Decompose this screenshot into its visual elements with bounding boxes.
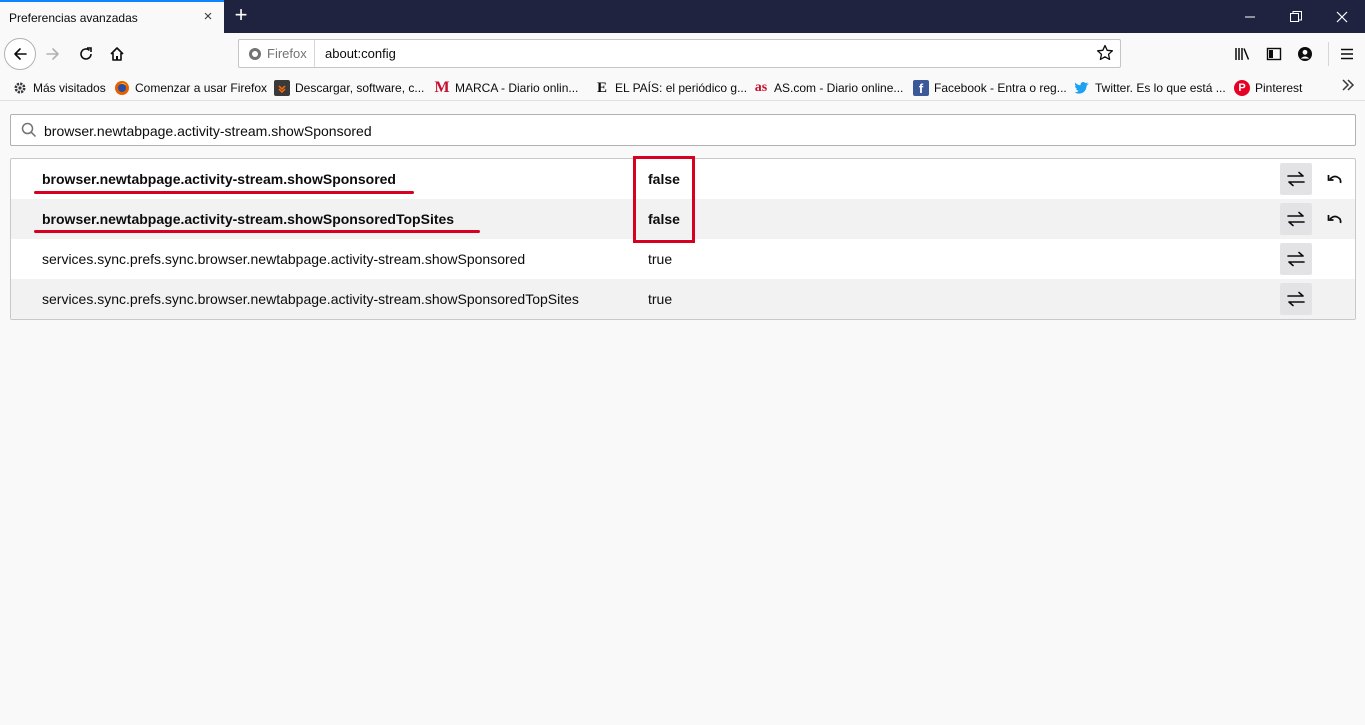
toggle-button[interactable] [1280,243,1312,275]
undo-icon [1327,215,1342,224]
pref-name: services.sync.prefs.sync.browser.newtabp… [42,251,526,267]
firefox-identity-icon [249,47,261,60]
home-button[interactable] [102,39,132,69]
bookmark-download-site[interactable]: Descargar, software, c... [274,79,424,97]
toolbar-separator [1328,42,1329,66]
close-icon [1336,11,1348,22]
toggle-arrows-icon [1287,171,1305,187]
bookmark-label: Facebook - Entra o reg... [934,81,1067,95]
account-button[interactable] [1290,39,1320,69]
bookmark-label: Más visitados [33,81,106,95]
restore-button[interactable] [1273,0,1319,33]
bookmark-pinterest[interactable]: P Pinterest [1234,79,1302,97]
bookmark-label: Descargar, software, c... [295,81,425,95]
pref-name: browser.newtabpage.activity-stream.showS… [42,171,396,187]
bookmark-firefox-start[interactable]: Comenzar a usar Firefox [114,79,267,97]
bookmark-twitter[interactable]: Twitter. Es lo que está ... [1074,79,1226,97]
elpais-icon: E [596,79,607,96]
search-icon [21,122,37,138]
bookmark-most-visited[interactable]: Más visitados [12,79,106,97]
back-button[interactable] [4,38,36,70]
bookmark-star-icon[interactable] [1096,44,1114,62]
sidebar-icon [1266,47,1282,61]
gear-icon [12,80,28,96]
reload-button[interactable] [71,39,101,69]
annotation-highlight-box [633,156,695,243]
library-button[interactable] [1228,39,1258,69]
identity-box[interactable]: Firefox [239,40,315,67]
library-icon [1235,48,1250,60]
toggle-button[interactable] [1280,163,1312,195]
restore-icon [1290,10,1302,22]
close-window-button[interactable] [1319,0,1365,33]
pinterest-icon: P [1234,80,1250,96]
url-bar[interactable]: Firefox about:config [238,39,1121,68]
pref-name: services.sync.prefs.sync.browser.newtabp… [42,291,579,307]
reload-icon [80,47,92,60]
bookmark-marca[interactable]: M MARCA - Diario onlin... [434,79,578,97]
bookmark-label: Pinterest [1255,81,1303,95]
firefox-icon [114,80,130,96]
annotation-underline [34,230,480,233]
bookmark-elpais[interactable]: E EL PAÍS: el periódico g... [594,79,747,97]
toggle-button[interactable] [1280,283,1312,315]
new-tab-button[interactable]: + [228,3,254,29]
forward-button[interactable] [38,39,68,69]
bookmark-label: EL PAÍS: el periódico g... [615,81,748,95]
preference-search-input[interactable]: browser.newtabpage.activity-stream.showS… [10,114,1356,146]
pref-value[interactable]: true [648,291,672,307]
sidebar-button[interactable] [1259,39,1289,69]
toggle-arrows-icon [1287,291,1305,307]
account-icon [1298,47,1312,61]
bookmark-label: Comenzar a usar Firefox [135,81,268,95]
identity-label: Firefox [267,46,307,61]
marca-icon: M [434,79,450,96]
undo-icon [1327,175,1342,184]
bookmark-as[interactable]: as AS.com - Diario online... [753,79,904,97]
bookmarks-toolbar: Más visitados Comenzar a usar Firefox De… [0,75,1365,101]
bookmarks-overflow-button[interactable] [1341,78,1355,97]
bookmark-label: Twitter. Es lo que está ... [1095,81,1226,95]
twitter-icon [1074,80,1090,96]
url-text[interactable]: about:config [325,46,396,61]
reset-button[interactable] [1325,169,1345,189]
title-bar: Preferencias avanzadas × + [0,0,1365,33]
chevron-double-right-icon [1342,79,1355,91]
tab-title: Preferencias avanzadas [9,11,138,25]
pref-value[interactable]: true [648,251,672,267]
bookmark-label: MARCA - Diario onlin... [455,81,579,95]
menu-button[interactable] [1332,39,1362,69]
pref-row[interactable]: services.sync.prefs.sync.browser.newtabp… [11,279,1355,319]
reset-button[interactable] [1325,209,1345,229]
pref-name: browser.newtabpage.activity-stream.showS… [42,211,455,227]
arrow-right-icon [46,48,59,60]
arrow-left-icon [14,48,27,60]
bookmark-label: AS.com - Diario online... [774,81,904,95]
download-site-icon [274,80,290,96]
search-value[interactable]: browser.newtabpage.activity-stream.showS… [44,123,372,139]
minimize-button[interactable] [1227,0,1273,33]
tab-close-button[interactable]: × [199,8,217,26]
as-icon: as [754,80,768,95]
annotation-underline [34,191,414,194]
pref-row[interactable]: services.sync.prefs.sync.browser.newtabp… [11,239,1355,279]
toggle-arrows-icon [1287,251,1305,267]
facebook-icon: f [913,80,929,96]
minimize-icon [1244,16,1255,18]
toggle-button[interactable] [1280,203,1312,235]
tab-active[interactable]: Preferencias avanzadas × [0,0,224,33]
home-icon [110,47,124,61]
toggle-arrows-icon [1287,211,1305,227]
bookmark-facebook[interactable]: f Facebook - Entra o reg... [913,79,1067,97]
hamburger-menu-icon [1341,48,1353,60]
navigation-toolbar: Firefox about:config [0,33,1365,75]
